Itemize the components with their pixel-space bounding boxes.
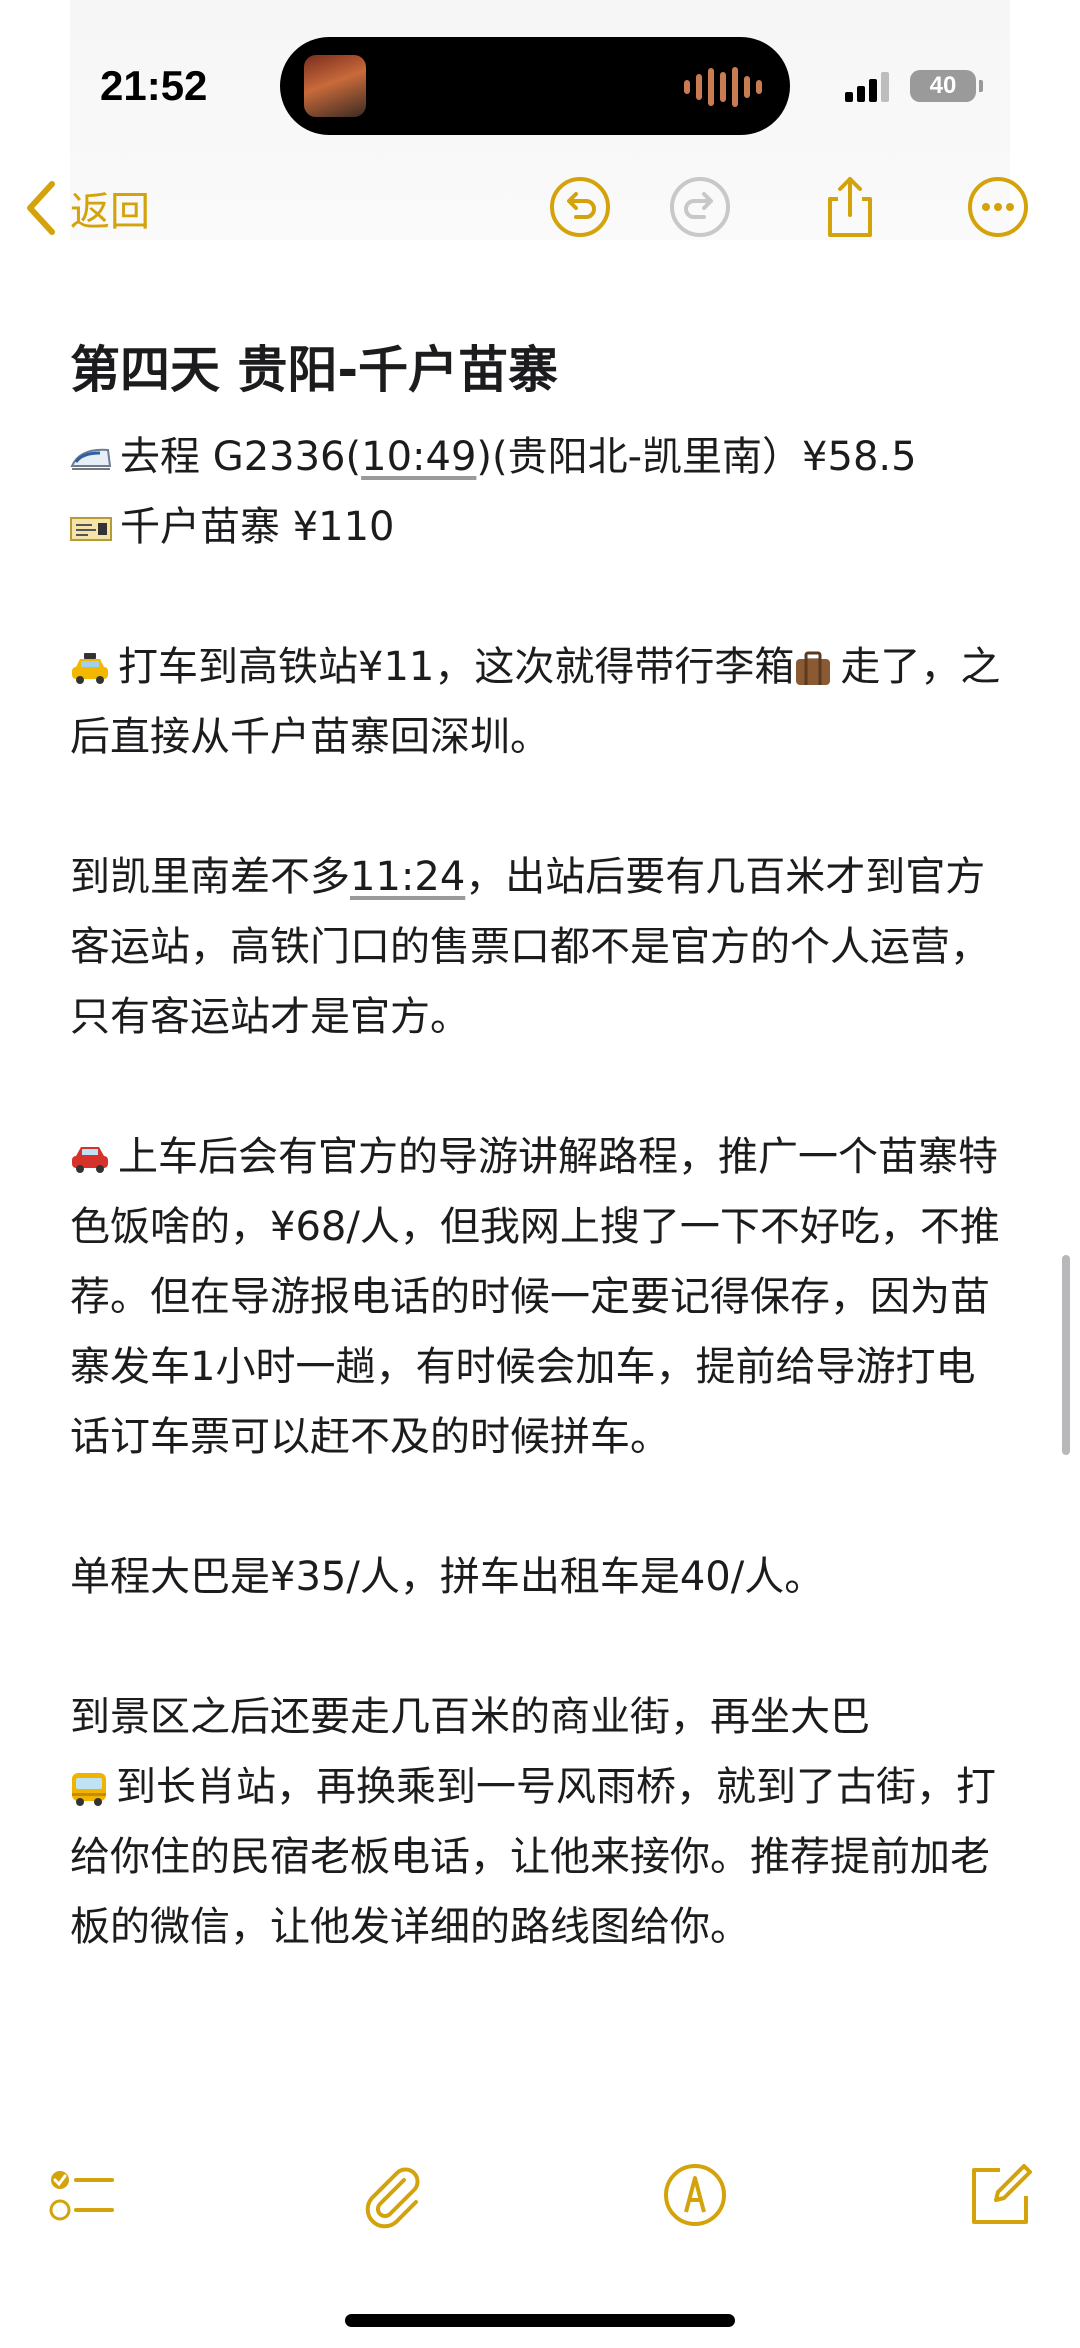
markup-pen-icon — [664, 2164, 726, 2226]
redo-button[interactable] — [668, 175, 732, 239]
train-line: 去程 G2336(10:49)(贵阳北-凯里南）¥58.5 — [70, 422, 1015, 492]
chevron-left-icon — [27, 181, 55, 235]
scenic-text-1: 到景区之后还要走几百米的商业街，再坐大巴 — [70, 1694, 870, 1740]
compose-button[interactable] — [966, 2160, 1036, 2230]
bus-icon — [72, 1773, 106, 1806]
battery-indicator: 40 — [910, 70, 983, 102]
cellular-signal-icon — [845, 72, 889, 102]
taxi-paragraph: 打车到高铁站¥11，这次就得带行李箱 走了，之后直接从千户苗寨回深圳。 — [70, 632, 1015, 772]
attachment-button[interactable] — [356, 2160, 426, 2230]
arrival-prefix: 到凯里南差不多 — [70, 854, 350, 900]
arrival-paragraph: 到凯里南差不多11:24，出站后要有几百米才到官方客运站，高铁门口的售票口都不是… — [70, 842, 1015, 1052]
train-prefix: 去程 G2336( — [120, 434, 362, 480]
undo-icon — [550, 177, 610, 237]
checklist-icon — [49, 2171, 114, 2221]
high-speed-train-icon — [70, 448, 112, 470]
now-playing-artwork — [304, 55, 366, 117]
note-toolbar: 返回 — [0, 175, 1080, 245]
car-icon — [72, 1147, 108, 1173]
ticket-icon — [70, 517, 112, 541]
checklist-button[interactable] — [46, 2160, 116, 2230]
scenic-text-2: 到长肖站，再换乘到一号风雨桥，就到了古街，打给你住的民宿老板电话，让他来接你。推… — [70, 1764, 996, 1950]
arrival-time[interactable]: 11:24 — [350, 854, 465, 900]
train-departure-time[interactable]: 10:49 — [361, 434, 476, 480]
dynamic-island[interactable] — [280, 37, 790, 135]
note-heading: 第四天 贵阳-千户苗寨 — [70, 341, 559, 399]
scenic-paragraph: 到景区之后还要走几百米的商业街，再坐大巴 到长肖站，再换乘到一号风雨桥，就到了古… — [70, 1682, 1015, 1962]
undo-button[interactable] — [548, 175, 612, 239]
home-indicator[interactable] — [345, 2314, 735, 2327]
more-icon — [968, 177, 1028, 237]
redo-icon — [670, 177, 730, 237]
paperclip-icon — [365, 2167, 420, 2229]
scrollbar[interactable] — [1062, 1255, 1070, 1455]
status-bar: 21:52 40 — [0, 0, 1080, 175]
taxi-text-1: 打车到高铁站¥11，这次就得带行李箱 — [118, 644, 795, 690]
compose-icon — [972, 2164, 1032, 2224]
train-suffix: )(贵阳北-凯里南）¥58.5 — [476, 434, 917, 480]
back-label: 返回 — [70, 190, 150, 234]
fare-paragraph: 单程大巴是¥35/人，拼车出租车是40/人。 — [70, 1554, 825, 1600]
markup-button[interactable] — [660, 2160, 730, 2230]
status-time: 21:52 — [100, 62, 208, 109]
note-body[interactable]: 第四天 贵阳-千户苗寨 去程 G2336(10:49)(贵阳北-凯里南）¥58.… — [70, 330, 1015, 2032]
audio-waveform-icon — [684, 67, 762, 107]
taxi-icon — [72, 653, 108, 684]
luggage-icon — [796, 651, 831, 685]
back-button[interactable]: 返回 — [24, 179, 150, 237]
share-icon — [828, 177, 872, 237]
ticket-line: 千户苗寨 ¥110 — [70, 492, 1015, 562]
ticket-text: 千户苗寨 ¥110 — [120, 504, 395, 550]
car-paragraph: 上车后会有官方的导游讲解路程，推广一个苗寨特色饭啥的，¥68/人，但我网上搜了一… — [70, 1122, 1015, 1472]
share-button[interactable] — [818, 175, 882, 239]
car-text: 上车后会有官方的导游讲解路程，推广一个苗寨特色饭啥的，¥68/人，但我网上搜了一… — [70, 1134, 1000, 1460]
more-button[interactable] — [966, 175, 1030, 239]
